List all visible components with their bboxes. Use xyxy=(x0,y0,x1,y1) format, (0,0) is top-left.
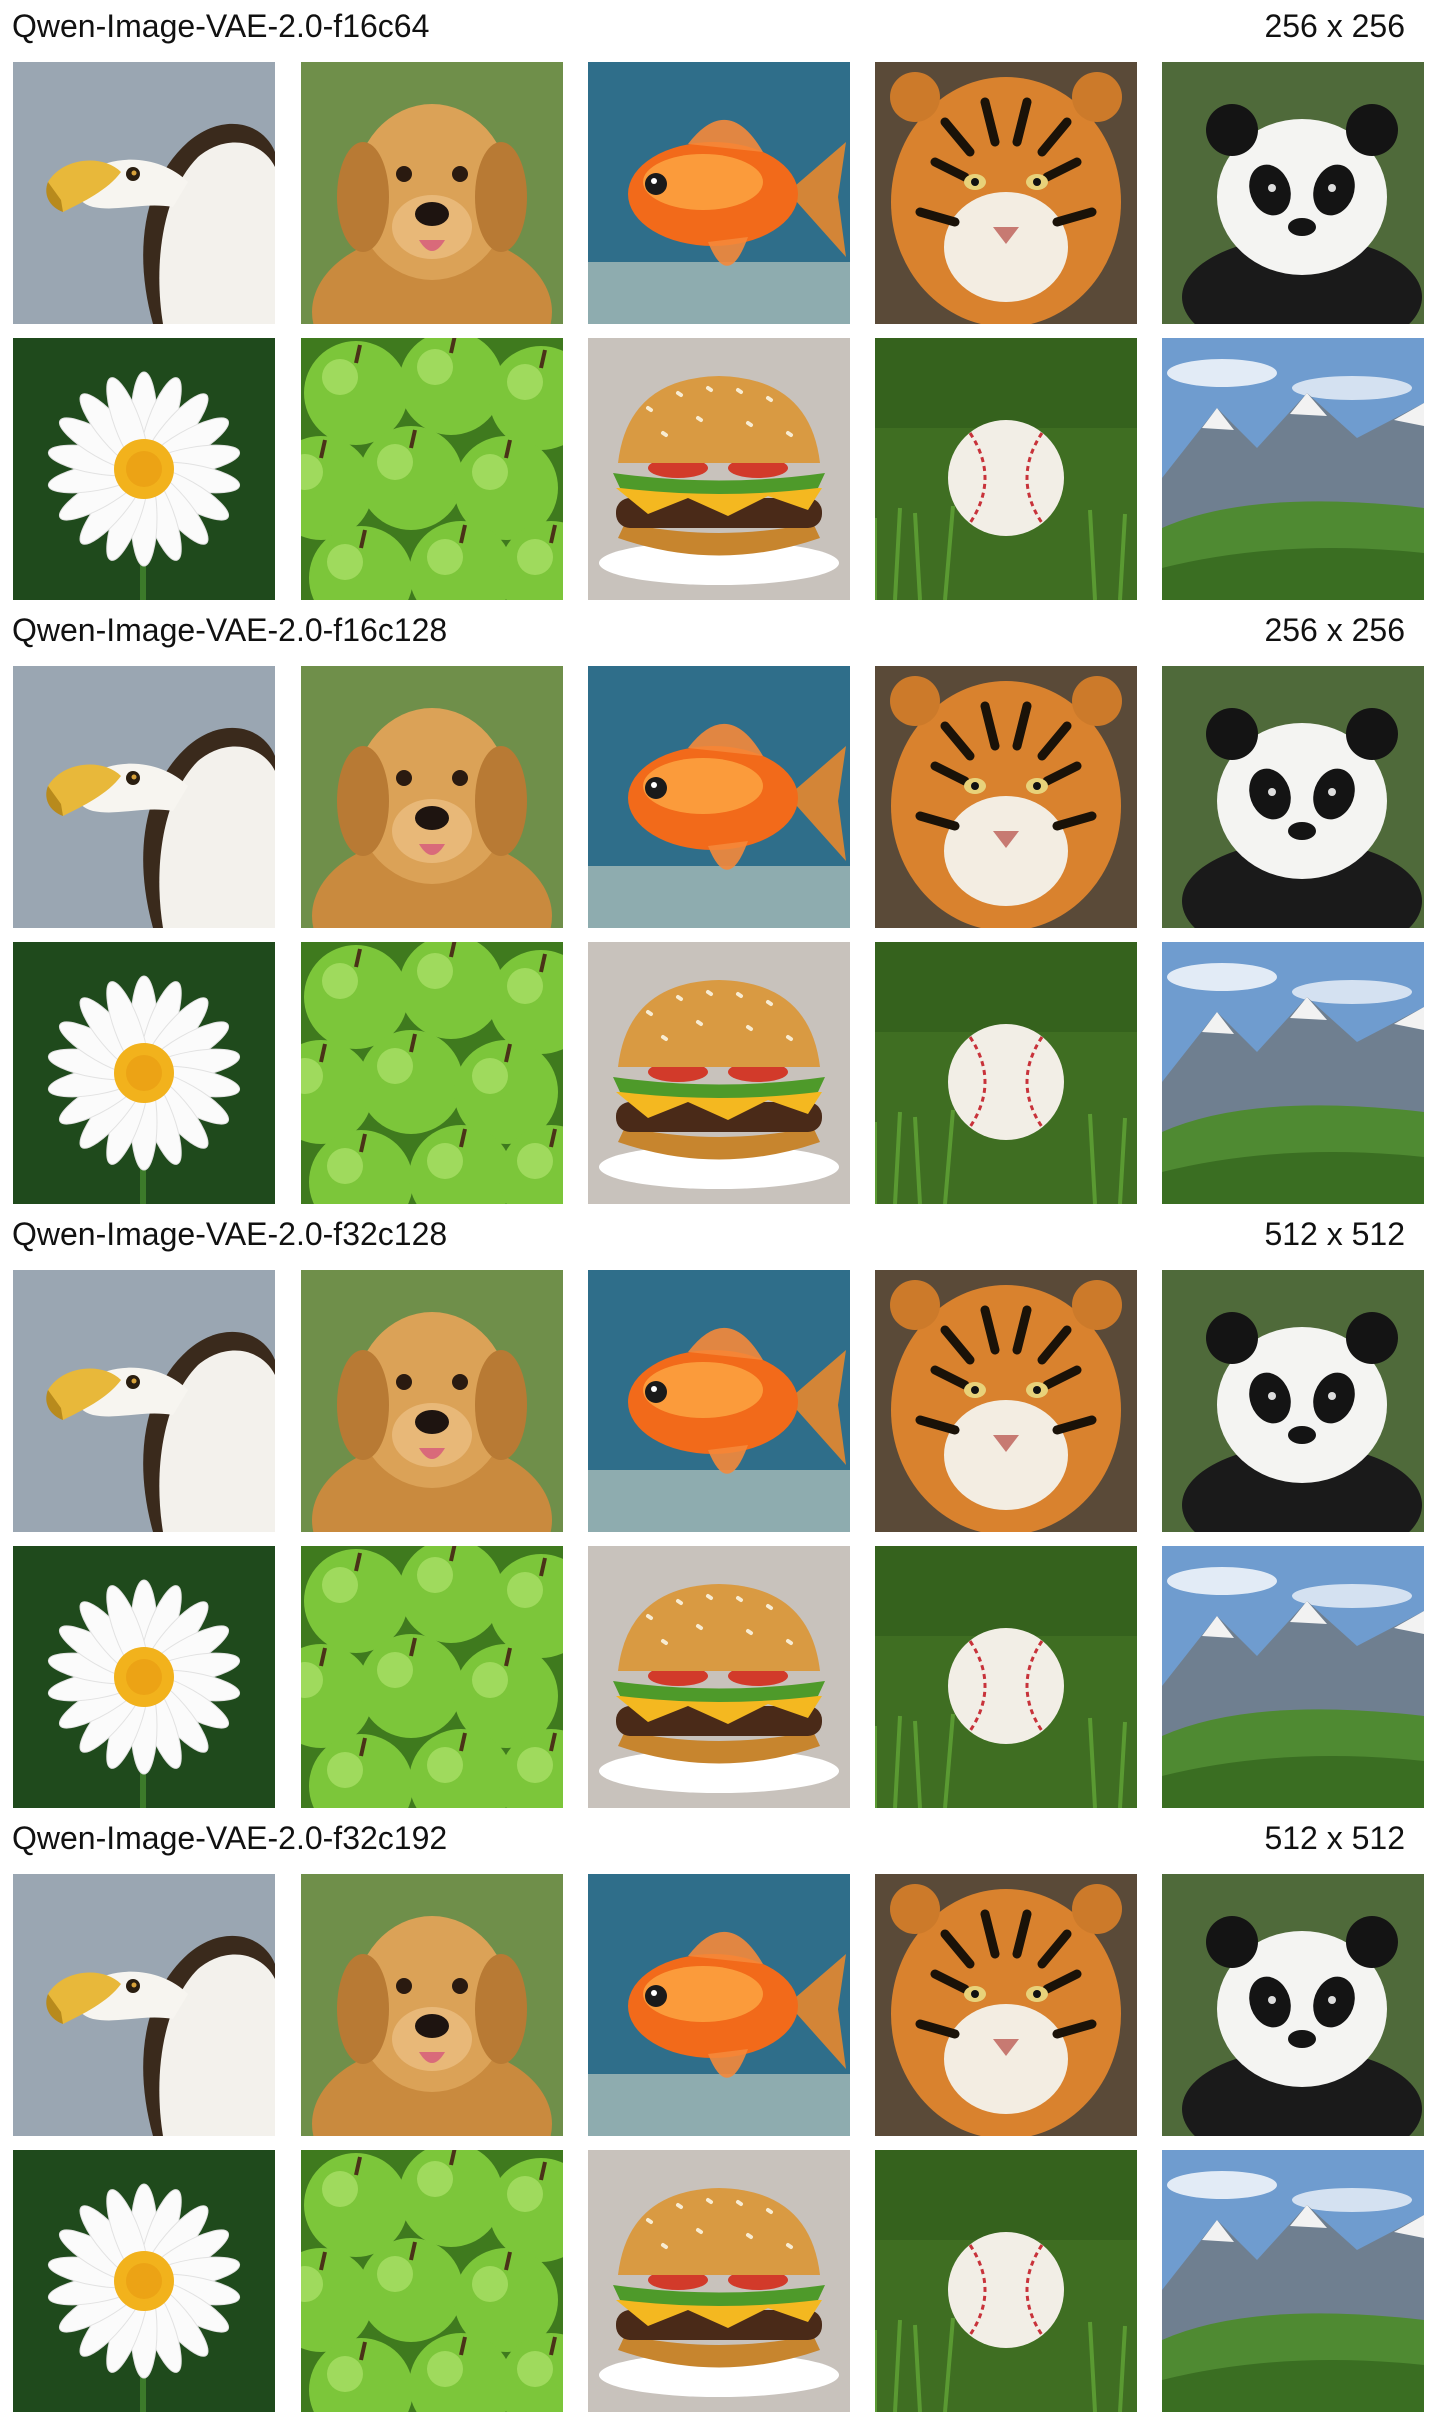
mountain-landscape-image xyxy=(1162,2150,1424,2412)
baseball-image-graphic xyxy=(875,942,1137,1204)
baseball-image xyxy=(875,1546,1137,1808)
model-section: Qwen-Image-VAE-2.0-f16c128 256 x 256 xyxy=(0,604,1437,1208)
tiger-image xyxy=(875,666,1137,928)
mountain-landscape-image-graphic xyxy=(1162,1546,1424,1808)
eagle-image xyxy=(13,1270,275,1532)
green-apples-image xyxy=(301,2150,563,2412)
green-apples-image-graphic xyxy=(301,2150,563,2412)
cheeseburger-image-graphic xyxy=(588,1546,850,1808)
model-name: Qwen-Image-VAE-2.0-f16c128 xyxy=(12,612,448,648)
goldfish-image-graphic xyxy=(588,1270,850,1532)
resolution-label: 512 x 512 xyxy=(1264,1820,1405,1856)
goldfish-image xyxy=(588,666,850,928)
tiger-image xyxy=(875,1874,1137,2136)
mountain-landscape-image-graphic xyxy=(1162,2150,1424,2412)
model-section: Qwen-Image-VAE-2.0-f16c64 256 x 256 xyxy=(0,0,1437,604)
baseball-image-graphic xyxy=(875,2150,1137,2412)
tiger-image-graphic xyxy=(875,1874,1137,2136)
cheeseburger-image-graphic xyxy=(588,338,850,600)
model-section: Qwen-Image-VAE-2.0-f32c128 512 x 512 xyxy=(0,1208,1437,1812)
golden-retriever-image xyxy=(301,1270,563,1532)
cheeseburger-image xyxy=(588,942,850,1204)
section-header: Qwen-Image-VAE-2.0-f32c192 512 x 512 xyxy=(0,1812,1437,1868)
cheeseburger-image-graphic xyxy=(588,942,850,1204)
green-apples-image-graphic xyxy=(301,942,563,1204)
section-header: Qwen-Image-VAE-2.0-f32c128 512 x 512 xyxy=(0,1208,1437,1264)
daisy-image-graphic xyxy=(13,942,275,1204)
panda-image xyxy=(1162,1270,1424,1532)
green-apples-image-graphic xyxy=(301,338,563,600)
green-apples-image xyxy=(301,942,563,1204)
goldfish-image-graphic xyxy=(588,666,850,928)
panda-image-graphic xyxy=(1162,1270,1424,1532)
green-apples-image xyxy=(301,338,563,600)
golden-retriever-image xyxy=(301,62,563,324)
golden-retriever-image xyxy=(301,1874,563,2136)
eagle-image-graphic xyxy=(13,666,275,928)
goldfish-image xyxy=(588,62,850,324)
mountain-landscape-image xyxy=(1162,338,1424,600)
eagle-image-graphic xyxy=(13,1874,275,2136)
panda-image-graphic xyxy=(1162,1874,1424,2136)
eagle-image-graphic xyxy=(13,62,275,324)
mountain-landscape-image xyxy=(1162,942,1424,1204)
panda-image xyxy=(1162,666,1424,928)
tiger-image xyxy=(875,1270,1137,1532)
tiger-image xyxy=(875,62,1137,324)
resolution-label: 256 x 256 xyxy=(1264,612,1405,648)
daisy-image xyxy=(13,942,275,1204)
tiger-image-graphic xyxy=(875,1270,1137,1532)
eagle-image xyxy=(13,1874,275,2136)
cheeseburger-image xyxy=(588,1546,850,1808)
eagle-image xyxy=(13,666,275,928)
daisy-image-graphic xyxy=(13,338,275,600)
model-name: Qwen-Image-VAE-2.0-f32c128 xyxy=(12,1216,448,1252)
daisy-image xyxy=(13,2150,275,2412)
tiger-image-graphic xyxy=(875,666,1137,928)
section-header: Qwen-Image-VAE-2.0-f16c128 256 x 256 xyxy=(0,604,1437,660)
green-apples-image xyxy=(301,1546,563,1808)
eagle-image-graphic xyxy=(13,1270,275,1532)
model-name: Qwen-Image-VAE-2.0-f16c64 xyxy=(12,8,430,44)
cheeseburger-image xyxy=(588,2150,850,2412)
daisy-image xyxy=(13,338,275,600)
goldfish-image xyxy=(588,1874,850,2136)
golden-retriever-image-graphic xyxy=(301,666,563,928)
panda-image xyxy=(1162,62,1424,324)
golden-retriever-image-graphic xyxy=(301,1270,563,1532)
cheeseburger-image-graphic xyxy=(588,2150,850,2412)
daisy-image xyxy=(13,1546,275,1808)
panda-image-graphic xyxy=(1162,62,1424,324)
eagle-image xyxy=(13,62,275,324)
golden-retriever-image-graphic xyxy=(301,62,563,324)
mountain-landscape-image-graphic xyxy=(1162,338,1424,600)
golden-retriever-image xyxy=(301,666,563,928)
baseball-image-graphic xyxy=(875,338,1137,600)
baseball-image xyxy=(875,338,1137,600)
golden-retriever-image-graphic xyxy=(301,1874,563,2136)
mountain-landscape-image xyxy=(1162,1546,1424,1808)
tiger-image-graphic xyxy=(875,62,1137,324)
goldfish-image-graphic xyxy=(588,1874,850,2136)
panda-image xyxy=(1162,1874,1424,2136)
resolution-label: 256 x 256 xyxy=(1264,8,1405,44)
daisy-image-graphic xyxy=(13,1546,275,1808)
section-header: Qwen-Image-VAE-2.0-f16c64 256 x 256 xyxy=(0,0,1437,56)
goldfish-image-graphic xyxy=(588,62,850,324)
baseball-image-graphic xyxy=(875,1546,1137,1808)
goldfish-image xyxy=(588,1270,850,1532)
daisy-image-graphic xyxy=(13,2150,275,2412)
baseball-image xyxy=(875,2150,1137,2412)
cheeseburger-image xyxy=(588,338,850,600)
baseball-image xyxy=(875,942,1137,1204)
mountain-landscape-image-graphic xyxy=(1162,942,1424,1204)
model-section: Qwen-Image-VAE-2.0-f32c192 512 x 512 xyxy=(0,1812,1437,2416)
model-name: Qwen-Image-VAE-2.0-f32c192 xyxy=(12,1820,448,1856)
green-apples-image-graphic xyxy=(301,1546,563,1808)
panda-image-graphic xyxy=(1162,666,1424,928)
resolution-label: 512 x 512 xyxy=(1264,1216,1405,1252)
